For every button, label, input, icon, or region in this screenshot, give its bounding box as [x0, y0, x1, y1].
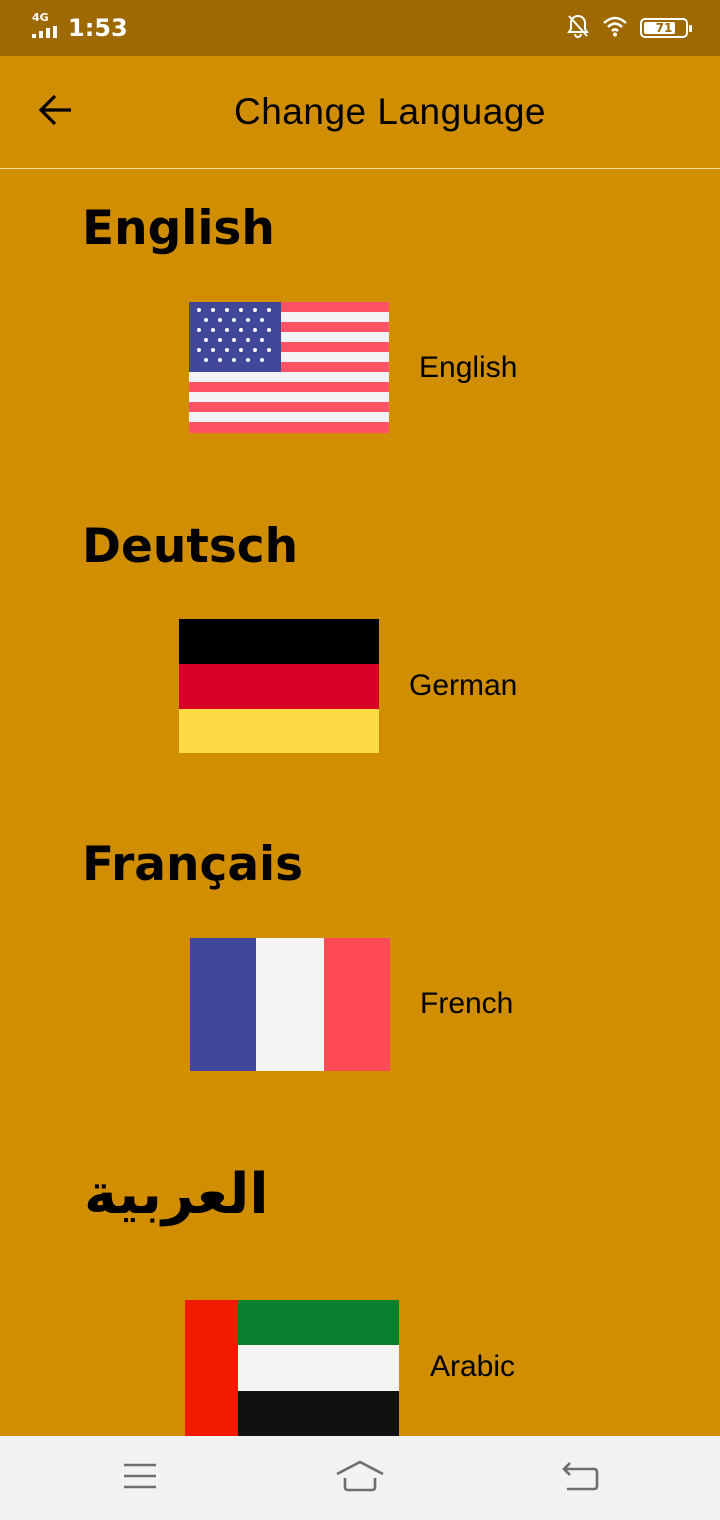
- language-option-german[interactable]: German: [0, 614, 720, 754]
- language-option-english[interactable]: English: [0, 296, 720, 436]
- language-label-english: English: [419, 351, 518, 384]
- app-bar: Change Language: [0, 56, 720, 169]
- network-type: 4G: [32, 11, 49, 24]
- france-flag-icon: [190, 938, 390, 1071]
- menu-icon: [123, 1463, 157, 1493]
- status-bar: 4G 1:53 71: [0, 0, 720, 56]
- language-option-arabic[interactable]: Arabic: [0, 1295, 720, 1436]
- page-title: Change Language: [233, 91, 546, 132]
- signal-icon: 4G: [30, 12, 62, 40]
- battery-level: 71: [655, 21, 673, 35]
- language-option-french[interactable]: French: [0, 932, 720, 1072]
- back-nav-button[interactable]: [540, 1450, 620, 1506]
- language-label-german: German: [409, 669, 518, 702]
- home-button[interactable]: [320, 1450, 400, 1506]
- system-navigation-bar: [0, 1436, 720, 1520]
- notifications-muted-icon: [566, 13, 590, 43]
- back-icon: [561, 1461, 599, 1495]
- home-icon: [335, 1460, 385, 1496]
- back-arrow-icon: [38, 94, 74, 130]
- uae-flag-icon: [185, 1300, 399, 1436]
- wifi-icon: [602, 15, 628, 41]
- battery-icon: 71: [640, 18, 692, 38]
- menu-button[interactable]: [100, 1450, 180, 1506]
- language-heading-francais: Français: [82, 837, 304, 892]
- language-label-arabic: Arabic: [430, 1350, 516, 1383]
- status-time: 1:53: [68, 14, 128, 42]
- language-heading-deutsch: Deutsch: [82, 519, 299, 574]
- back-button[interactable]: [26, 82, 86, 142]
- us-flag-icon: [189, 302, 389, 433]
- language-label-french: French: [420, 987, 514, 1020]
- language-heading-arabic: العربية: [84, 1162, 269, 1227]
- language-heading-english: English: [82, 201, 275, 256]
- germany-flag-icon: [179, 619, 379, 753]
